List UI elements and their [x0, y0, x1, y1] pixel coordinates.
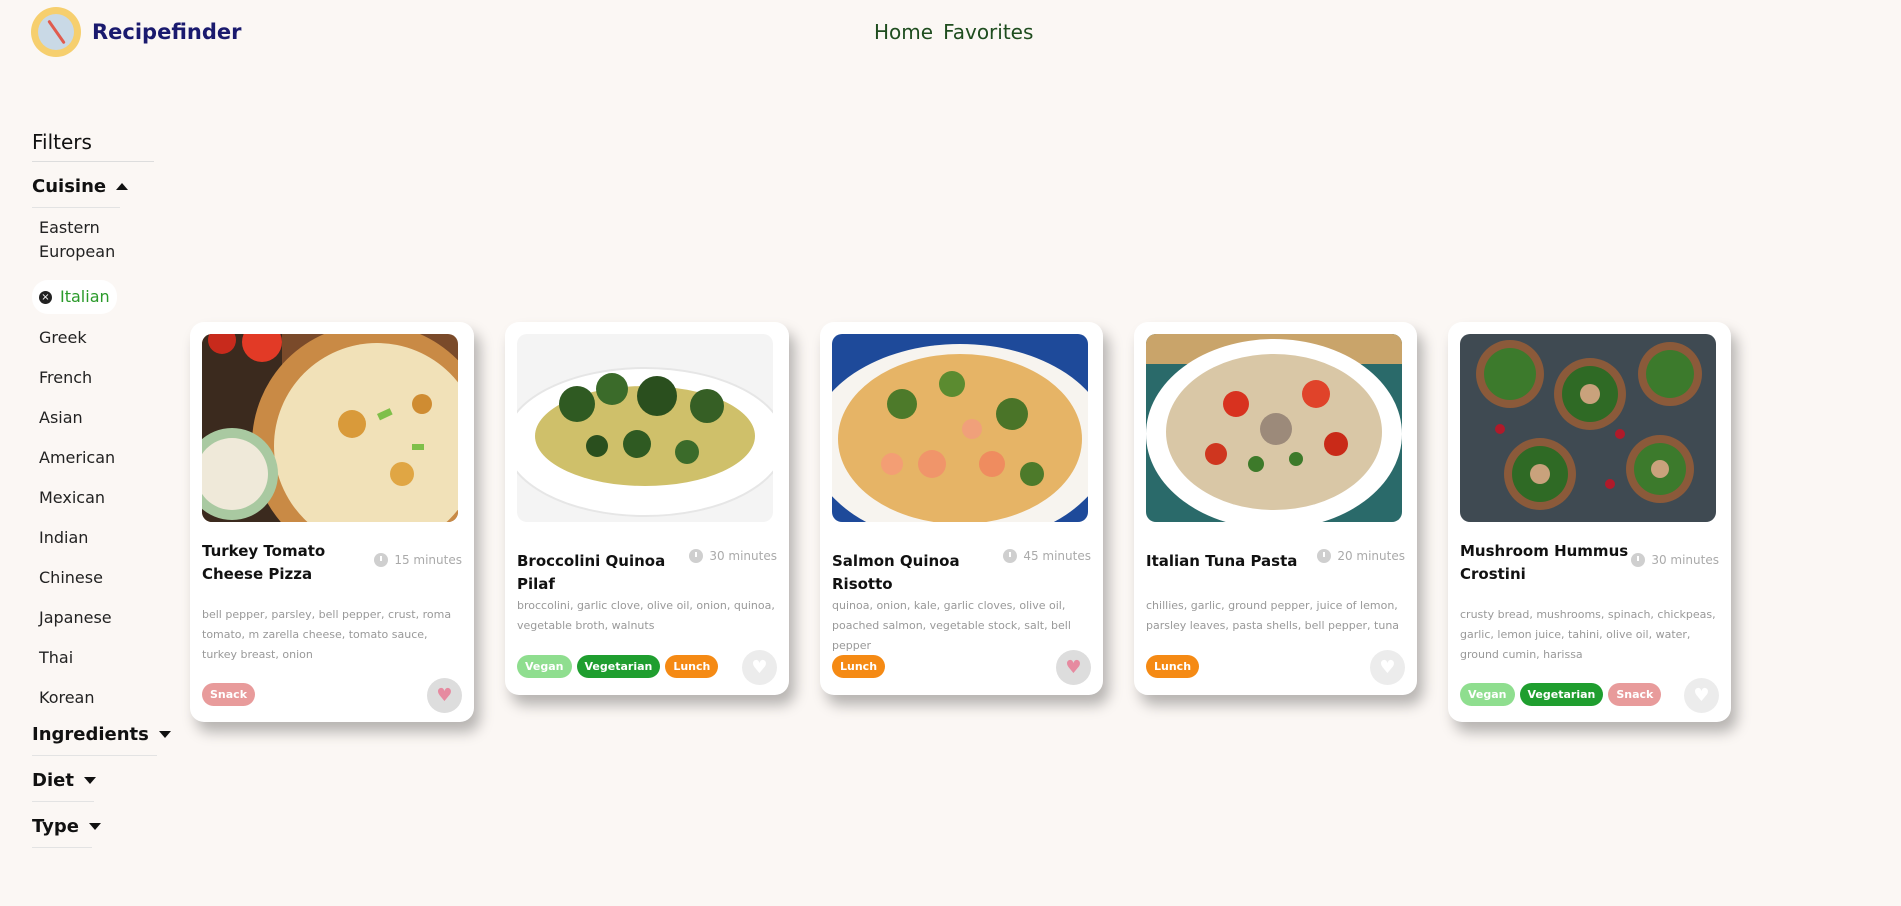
clock-icon [374, 553, 389, 567]
recipe-tags: Lunch [1146, 655, 1200, 678]
cuisine-option-selected[interactable]: × Italian [32, 280, 117, 314]
recipe-image [832, 334, 1088, 522]
filter-diet-label: Diet [32, 770, 74, 791]
tag-vegetarian: Vegetarian [576, 655, 661, 678]
cuisine-option[interactable]: Greek [32, 326, 136, 350]
heart-icon: ♥ [436, 684, 453, 706]
favorite-button[interactable]: ♥ [1684, 678, 1719, 713]
cuisine-option[interactable]: Asian [32, 406, 136, 430]
caret-down-icon [88, 823, 101, 830]
tag-vegetarian: Vegetarian [1519, 683, 1604, 706]
cuisine-option[interactable]: Japanese [32, 606, 136, 630]
recipe-card[interactable]: Turkey Tomato Cheese Pizza 15 minutes be… [190, 322, 474, 722]
heart-icon: ♥ [1693, 684, 1710, 706]
tag-lunch: Lunch [665, 655, 719, 678]
favorite-button[interactable]: ♥ [427, 678, 462, 713]
recipe-ingredients: broccolini, garlic clove, olive oil, oni… [517, 599, 775, 632]
filter-diet-toggle[interactable]: Diet [32, 756, 96, 802]
nav-favorites[interactable]: Favorites [943, 20, 1033, 44]
recipe-tags: Snack [202, 683, 256, 706]
recipe-title: Turkey Tomato Cheese Pizza [202, 542, 326, 583]
recipe-time: 45 minutes [1003, 549, 1091, 563]
caret-up-icon [116, 183, 129, 190]
recipe-card[interactable]: Mushroom Hummus Crostini 30 minutes crus… [1448, 322, 1731, 722]
clear-icon[interactable]: × [39, 290, 52, 304]
recipe-ingredients: crusty bread, mushrooms, spinach, chickp… [1460, 608, 1716, 661]
heart-icon: ♥ [751, 656, 768, 678]
filter-type-label: Type [32, 816, 79, 837]
tag-snack: Snack [202, 683, 256, 706]
app-name: Recipefinder [92, 20, 242, 44]
cuisine-option[interactable]: Mexican [32, 486, 136, 510]
recipe-title: Salmon Quinoa Risotto [832, 552, 960, 593]
recipe-card[interactable]: Salmon Quinoa Risotto 45 minutes quinoa,… [820, 322, 1103, 695]
recipe-image [202, 334, 458, 522]
recipe-title: Broccolini Quinoa Pilaf [517, 552, 666, 593]
clock-icon [1317, 549, 1332, 563]
caret-down-icon [83, 777, 96, 784]
recipe-image [517, 334, 773, 522]
filters-title: Filters [32, 130, 154, 162]
clock-icon [1003, 549, 1018, 563]
filter-ingredients-label: Ingredients [32, 724, 149, 745]
recipe-ingredients: quinoa, onion, kale, garlic cloves, oliv… [832, 599, 1071, 652]
recipe-time: 20 minutes [1317, 549, 1405, 563]
recipe-image [1146, 334, 1402, 522]
logo-icon [31, 7, 81, 57]
recipe-card[interactable]: Broccolini Quinoa Pilaf 30 minutes brocc… [505, 322, 789, 695]
recipe-time: 30 minutes [689, 549, 777, 563]
recipe-card[interactable]: Italian Tuna Pasta 20 minutes chillies, … [1134, 322, 1417, 695]
filter-cuisine-label: Cuisine [32, 176, 107, 197]
tag-vegan: Vegan [517, 655, 572, 678]
cuisine-option[interactable]: Chinese [32, 566, 136, 590]
cuisine-option-label: Italian [60, 287, 110, 306]
main-nav: Home Favorites [874, 20, 1033, 44]
tag-lunch: Lunch [1146, 655, 1200, 678]
recipe-time: 30 minutes [1631, 553, 1719, 567]
tag-snack: Snack [1608, 683, 1662, 706]
nav-home[interactable]: Home [874, 20, 933, 44]
favorite-button[interactable]: ♥ [1056, 650, 1091, 685]
recipe-time: 15 minutes [374, 553, 462, 567]
cuisine-option[interactable]: American [32, 446, 136, 470]
filter-cuisine-toggle[interactable]: Cuisine [32, 162, 129, 208]
filters-sidebar: Filters Cuisine Eastern European × Itali… [32, 130, 171, 848]
recipe-tags: Vegan Vegetarian Lunch [517, 655, 719, 678]
cuisine-option[interactable]: Eastern European [32, 216, 136, 264]
heart-icon: ♥ [1065, 656, 1082, 678]
recipe-tags: Lunch [832, 655, 886, 678]
favorite-button[interactable]: ♥ [1370, 650, 1405, 685]
recipe-ingredients: chillies, garlic, ground pepper, juice o… [1146, 599, 1400, 632]
recipe-title: Mushroom Hummus Crostini [1460, 542, 1629, 583]
caret-down-icon [158, 731, 171, 738]
recipe-tags: Vegan Vegetarian Snack [1460, 683, 1662, 706]
filter-type-toggle[interactable]: Type [32, 802, 101, 848]
clock-icon [689, 549, 704, 563]
tag-vegan: Vegan [1460, 683, 1515, 706]
clock-icon [1631, 553, 1646, 567]
recipe-title: Italian Tuna Pasta [1146, 552, 1298, 570]
cuisine-option[interactable]: Korean [32, 686, 136, 710]
tag-lunch: Lunch [832, 655, 886, 678]
logo[interactable]: Recipefinder [31, 7, 241, 57]
filter-ingredients-toggle[interactable]: Ingredients [32, 710, 171, 756]
cuisine-list: Eastern European × Italian Greek French … [32, 208, 154, 710]
cuisine-option[interactable]: Thai [32, 646, 136, 670]
cuisine-option[interactable]: French [32, 366, 136, 390]
heart-icon: ♥ [1379, 656, 1396, 678]
cuisine-option[interactable]: Indian [32, 526, 136, 550]
recipe-ingredients: bell pepper, parsley, bell pepper, crust… [202, 608, 452, 661]
favorite-button[interactable]: ♥ [742, 650, 777, 685]
recipe-image [1460, 334, 1716, 522]
